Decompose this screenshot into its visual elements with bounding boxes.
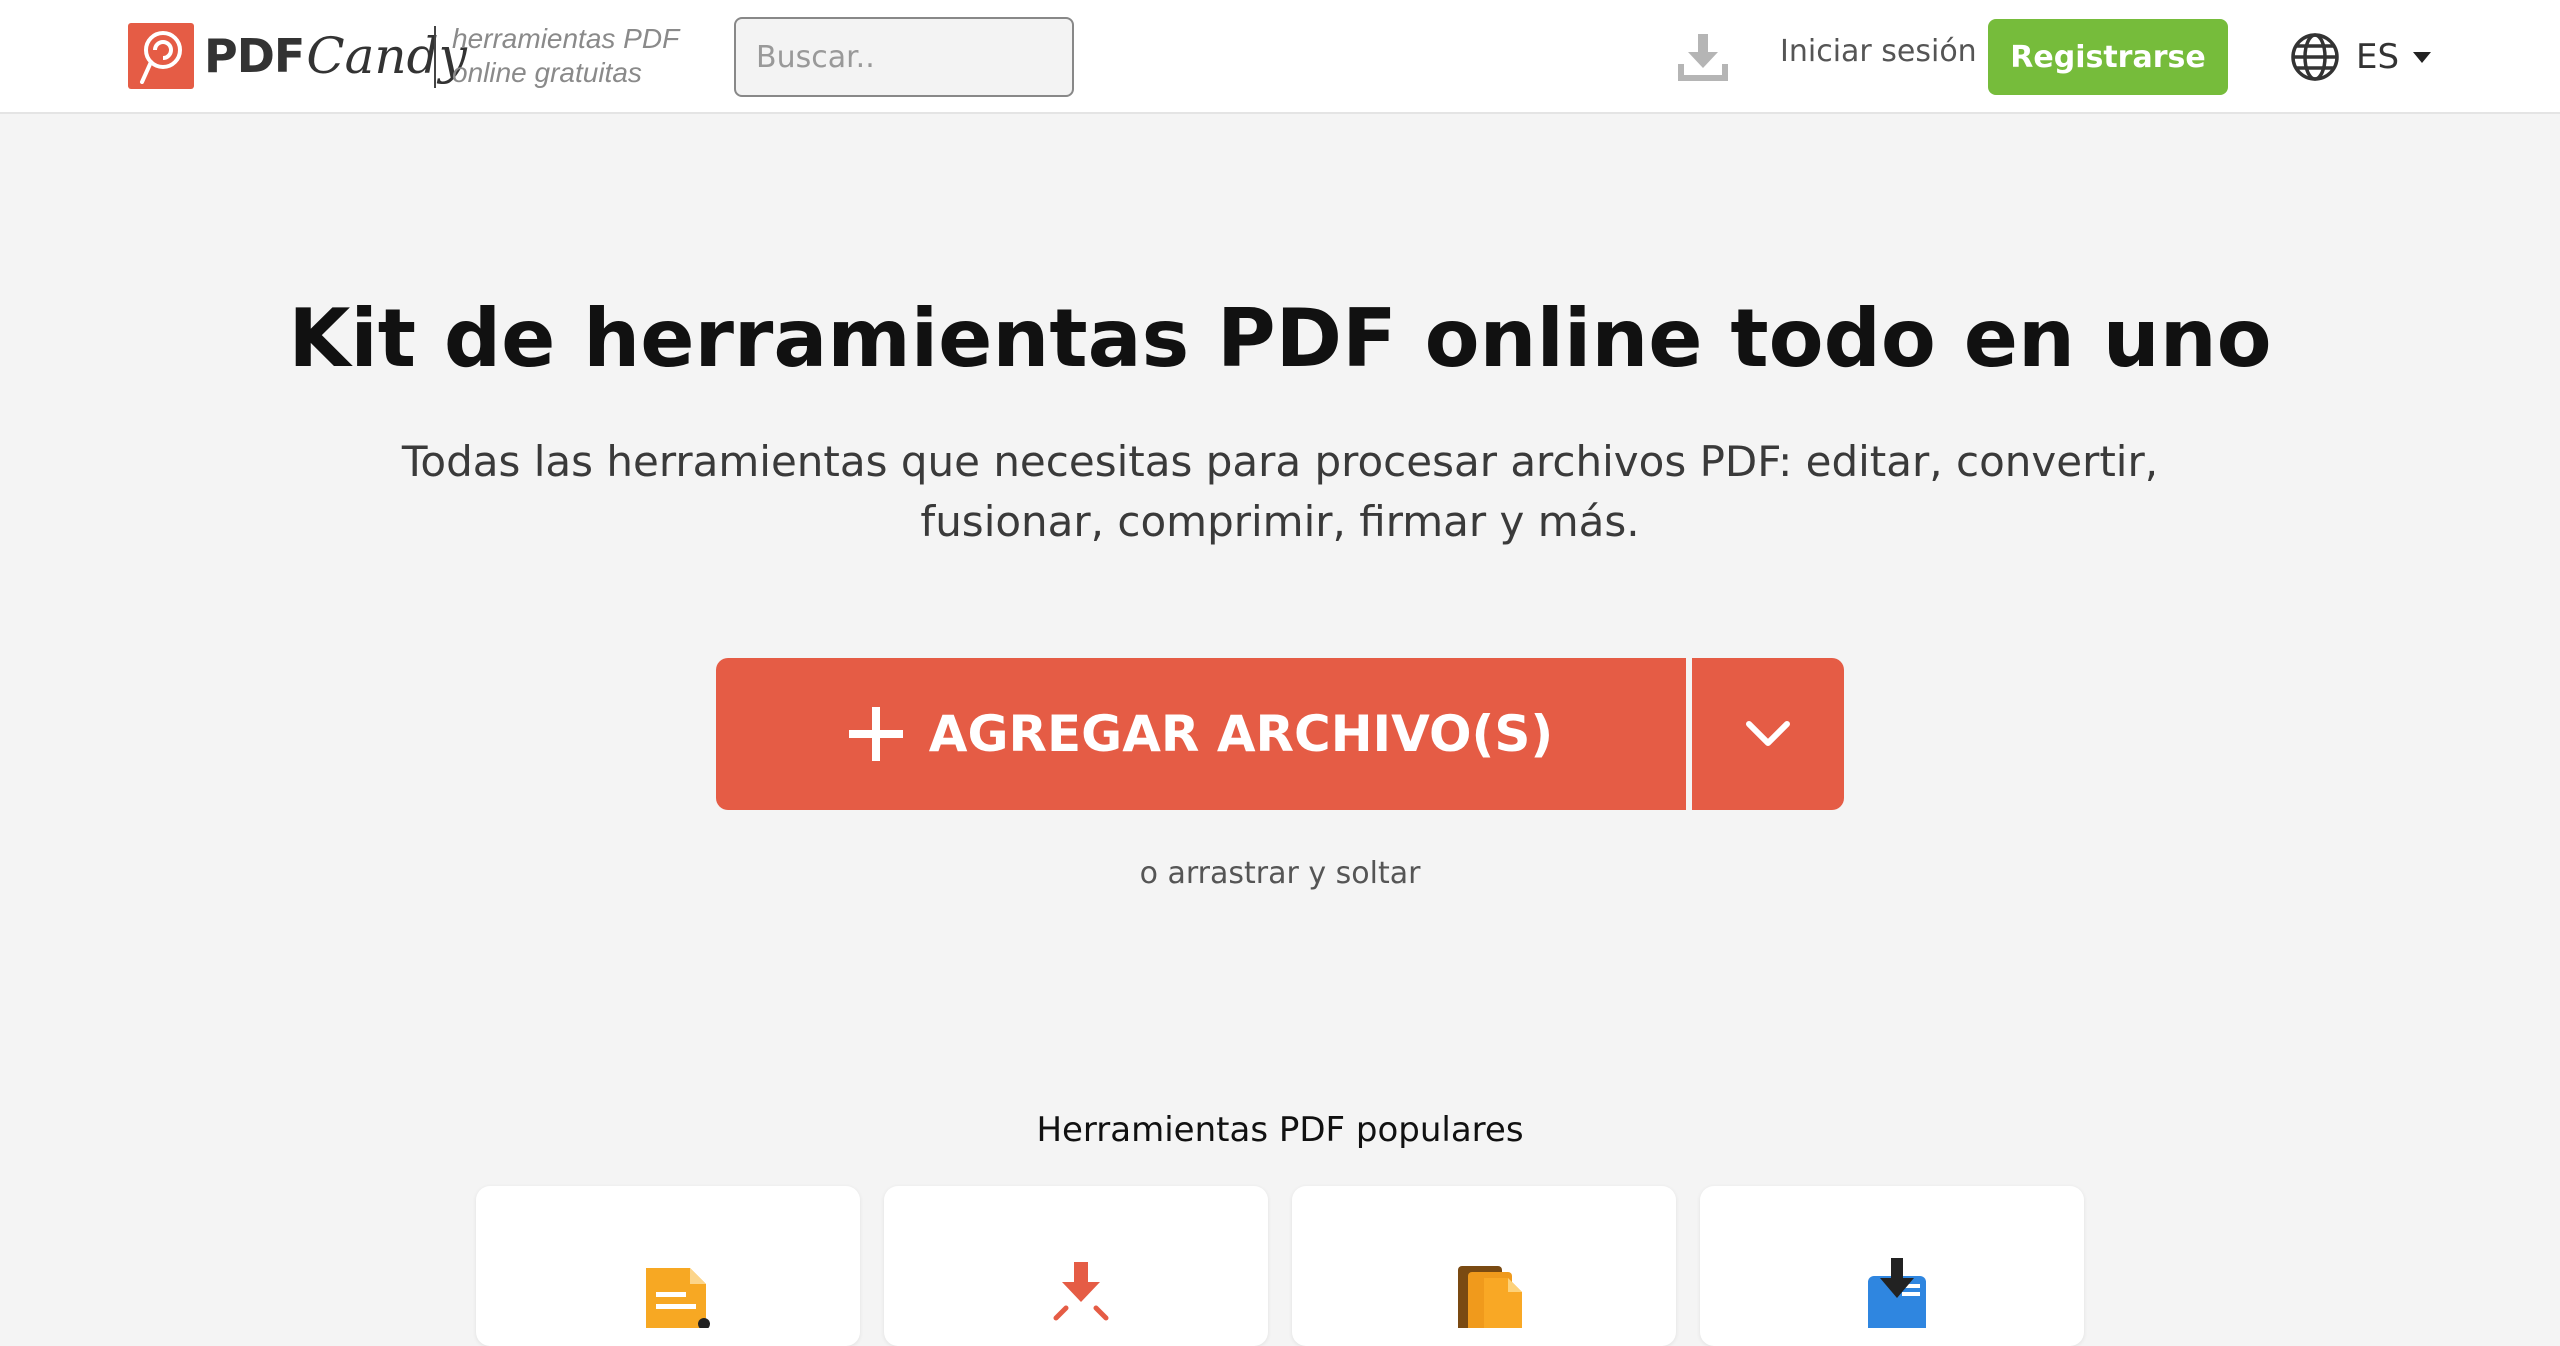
language-selector[interactable]: ES (2290, 30, 2432, 84)
register-button[interactable]: Registrarse (1988, 19, 2228, 95)
plus-icon (848, 707, 903, 761)
globe-icon (2291, 33, 2339, 81)
caret-down-icon (2413, 51, 2432, 63)
add-files-button[interactable]: AGREGAR ARCHIVO(S) (716, 658, 1686, 810)
tagline: herramientas PDF online gratuitas (452, 22, 712, 90)
tool-card-edit[interactable] (476, 1186, 860, 1346)
tool-card-merge[interactable] (1292, 1186, 1676, 1346)
compress-icon (1053, 1262, 1109, 1321)
chevron-down-icon (1746, 721, 1790, 746)
logo-pdf-text: PDF (204, 29, 305, 83)
tagline-line-2: online gratuitas (452, 57, 642, 88)
pdf-to-word-icon (1868, 1258, 1926, 1328)
lollipop-icon (128, 23, 194, 89)
add-files-label: AGREGAR ARCHIVO(S) (928, 705, 1554, 763)
page-title: Kit de herramientas PDF online todo en u… (288, 292, 2272, 385)
download-icon[interactable] (1676, 30, 1730, 84)
language-label: ES (2356, 37, 2400, 77)
pdfcandy-logo[interactable]: PDF Candy (128, 22, 467, 90)
popular-tools-heading: Herramientas PDF populares (1036, 1110, 1524, 1150)
tagline-line-1: herramientas PDF (452, 23, 680, 54)
search-input[interactable] (734, 17, 1074, 97)
edit-document-icon (646, 1268, 710, 1328)
signin-link[interactable]: Iniciar sesión (1780, 34, 1977, 69)
tool-card-compress[interactable] (884, 1186, 1268, 1346)
top-header: PDF Candy herramientas PDF online gratuit… (0, 0, 2560, 114)
merge-icon (1458, 1266, 1522, 1328)
logo-divider (434, 26, 436, 88)
page-subtitle: Todas las herramientas que necesitas par… (401, 437, 2159, 546)
upload-source-dropdown-button[interactable] (1692, 658, 1844, 810)
tool-card-pdf-to-word[interactable] (1700, 1186, 2084, 1346)
logo-candy-text: Candy (306, 27, 467, 85)
drag-drop-hint: o arrastrar y soltar (1139, 856, 1421, 891)
